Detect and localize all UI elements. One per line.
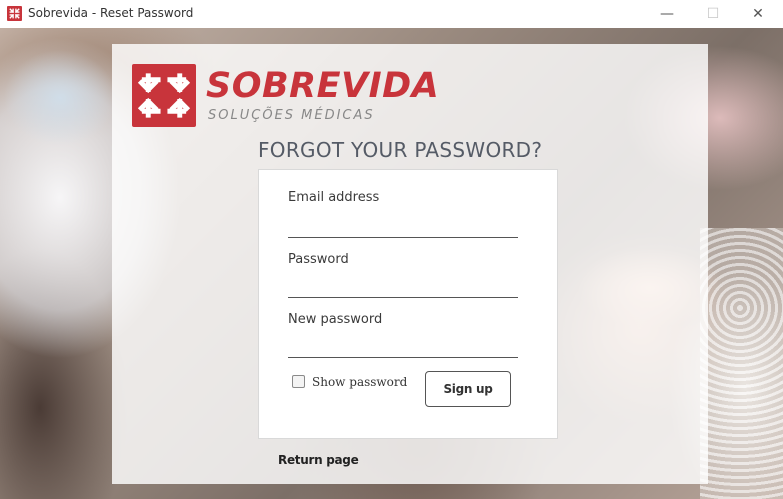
show-password-checkbox[interactable] — [292, 375, 305, 388]
show-password-label[interactable]: Show password — [312, 375, 407, 390]
app-logo-icon — [7, 6, 22, 21]
window-titlebar: Sobrevida - Reset Password — ☐ ✕ — [0, 0, 783, 28]
new-password-label: New password — [288, 312, 383, 327]
reset-form-card — [258, 169, 558, 439]
background-detail-mask — [0, 38, 120, 158]
background-detail-lace — [700, 228, 783, 499]
email-field[interactable] — [288, 216, 518, 238]
password-label: Password — [288, 252, 349, 267]
brand-tagline: SOLUÇÕES MÉDICAS — [208, 108, 375, 123]
email-label: Email address — [288, 190, 380, 205]
page-title: FORGOT YOUR PASSWORD? — [258, 138, 543, 162]
password-field[interactable] — [288, 276, 518, 298]
close-button[interactable]: ✕ — [735, 0, 781, 28]
return-page-link[interactable]: Return page — [278, 452, 359, 468]
arrows-converging-icon — [132, 64, 196, 127]
minimize-button[interactable]: — — [644, 0, 690, 28]
brand-name: SOBREVIDA — [206, 66, 440, 106]
window-title: Sobrevida - Reset Password — [28, 6, 194, 20]
maximize-button[interactable]: ☐ — [690, 0, 736, 28]
new-password-field[interactable] — [288, 336, 518, 358]
sign-up-button[interactable]: Sign up — [425, 371, 511, 407]
